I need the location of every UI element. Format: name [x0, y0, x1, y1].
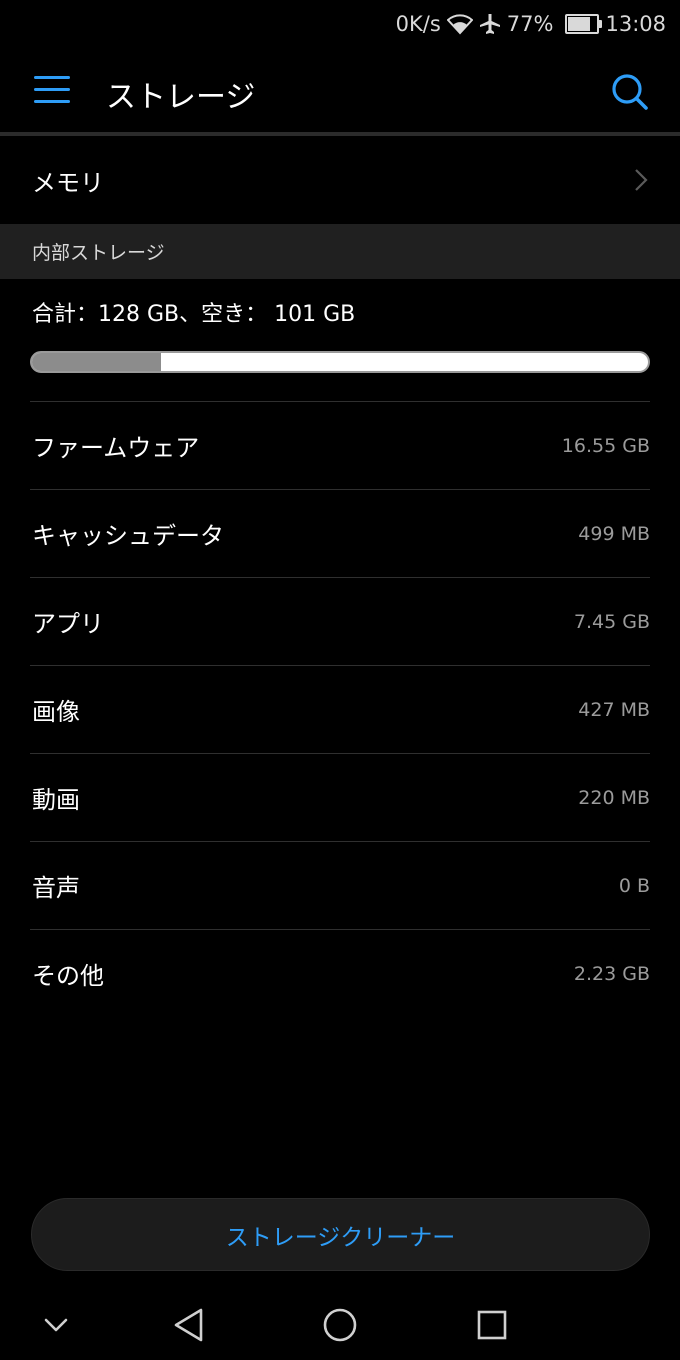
- battery-icon: [565, 14, 603, 34]
- category-size: 427 MB: [578, 698, 650, 721]
- category-row-cache[interactable]: キャッシュデータ 499 MB: [30, 489, 650, 577]
- category-label: アプリ: [32, 610, 104, 638]
- category-size: 499 MB: [578, 522, 650, 545]
- category-size: 2.23 GB: [573, 962, 650, 985]
- memory-label: メモリ: [32, 168, 104, 197]
- search-icon[interactable]: [610, 72, 650, 112]
- page-title: ストレージ: [106, 80, 256, 115]
- memory-row[interactable]: メモリ: [0, 136, 680, 224]
- category-row-firmware[interactable]: ファームウェア 16.55 GB: [30, 401, 650, 489]
- battery-percent: 77%: [506, 12, 554, 36]
- chevron-right-icon: [634, 168, 648, 192]
- battery-level: [568, 17, 590, 31]
- menu-icon[interactable]: [34, 76, 70, 106]
- clock: 13:08: [605, 12, 666, 36]
- app-bar: ストレージ: [0, 48, 680, 132]
- category-row-audio[interactable]: 音声 0 B: [30, 841, 650, 929]
- category-label: 画像: [32, 698, 80, 726]
- category-label: 音声: [32, 874, 80, 902]
- category-label: ファームウェア: [32, 434, 200, 462]
- category-list: ファームウェア 16.55 GB キャッシュデータ 499 MB アプリ 7.4…: [30, 401, 650, 1017]
- home-icon[interactable]: [322, 1307, 358, 1343]
- storage-usage-bar: [30, 351, 650, 373]
- category-size: 16.55 GB: [561, 434, 650, 457]
- section-header-internal-storage: 内部ストレージ: [0, 224, 680, 279]
- storage-total-text: 合計：128 GB、空き： 101 GB: [32, 302, 356, 327]
- category-row-images[interactable]: 画像 427 MB: [30, 665, 650, 753]
- category-size: 7.45 GB: [573, 610, 650, 633]
- category-size: 220 MB: [578, 786, 650, 809]
- category-row-apps[interactable]: アプリ 7.45 GB: [30, 577, 650, 665]
- category-label: 動画: [32, 786, 80, 814]
- category-size: 0 B: [618, 874, 650, 897]
- storage-cleaner-button[interactable]: ストレージクリーナー: [31, 1198, 650, 1271]
- status-bar: 0K/s 77% 13:08: [0, 0, 680, 48]
- wifi-icon: [446, 13, 473, 35]
- category-label: その他: [32, 962, 104, 990]
- airplane-icon: [479, 13, 501, 35]
- storage-usage-fill: [32, 353, 162, 371]
- category-row-other[interactable]: その他 2.23 GB: [30, 929, 650, 1017]
- category-row-videos[interactable]: 動画 220 MB: [30, 753, 650, 841]
- recents-icon[interactable]: [474, 1307, 510, 1343]
- net-speed: 0K/s: [395, 12, 441, 36]
- nav-bar: [0, 1290, 680, 1360]
- chevron-down-icon[interactable]: [38, 1307, 74, 1343]
- back-icon[interactable]: [170, 1307, 206, 1343]
- category-label: キャッシュデータ: [32, 522, 224, 550]
